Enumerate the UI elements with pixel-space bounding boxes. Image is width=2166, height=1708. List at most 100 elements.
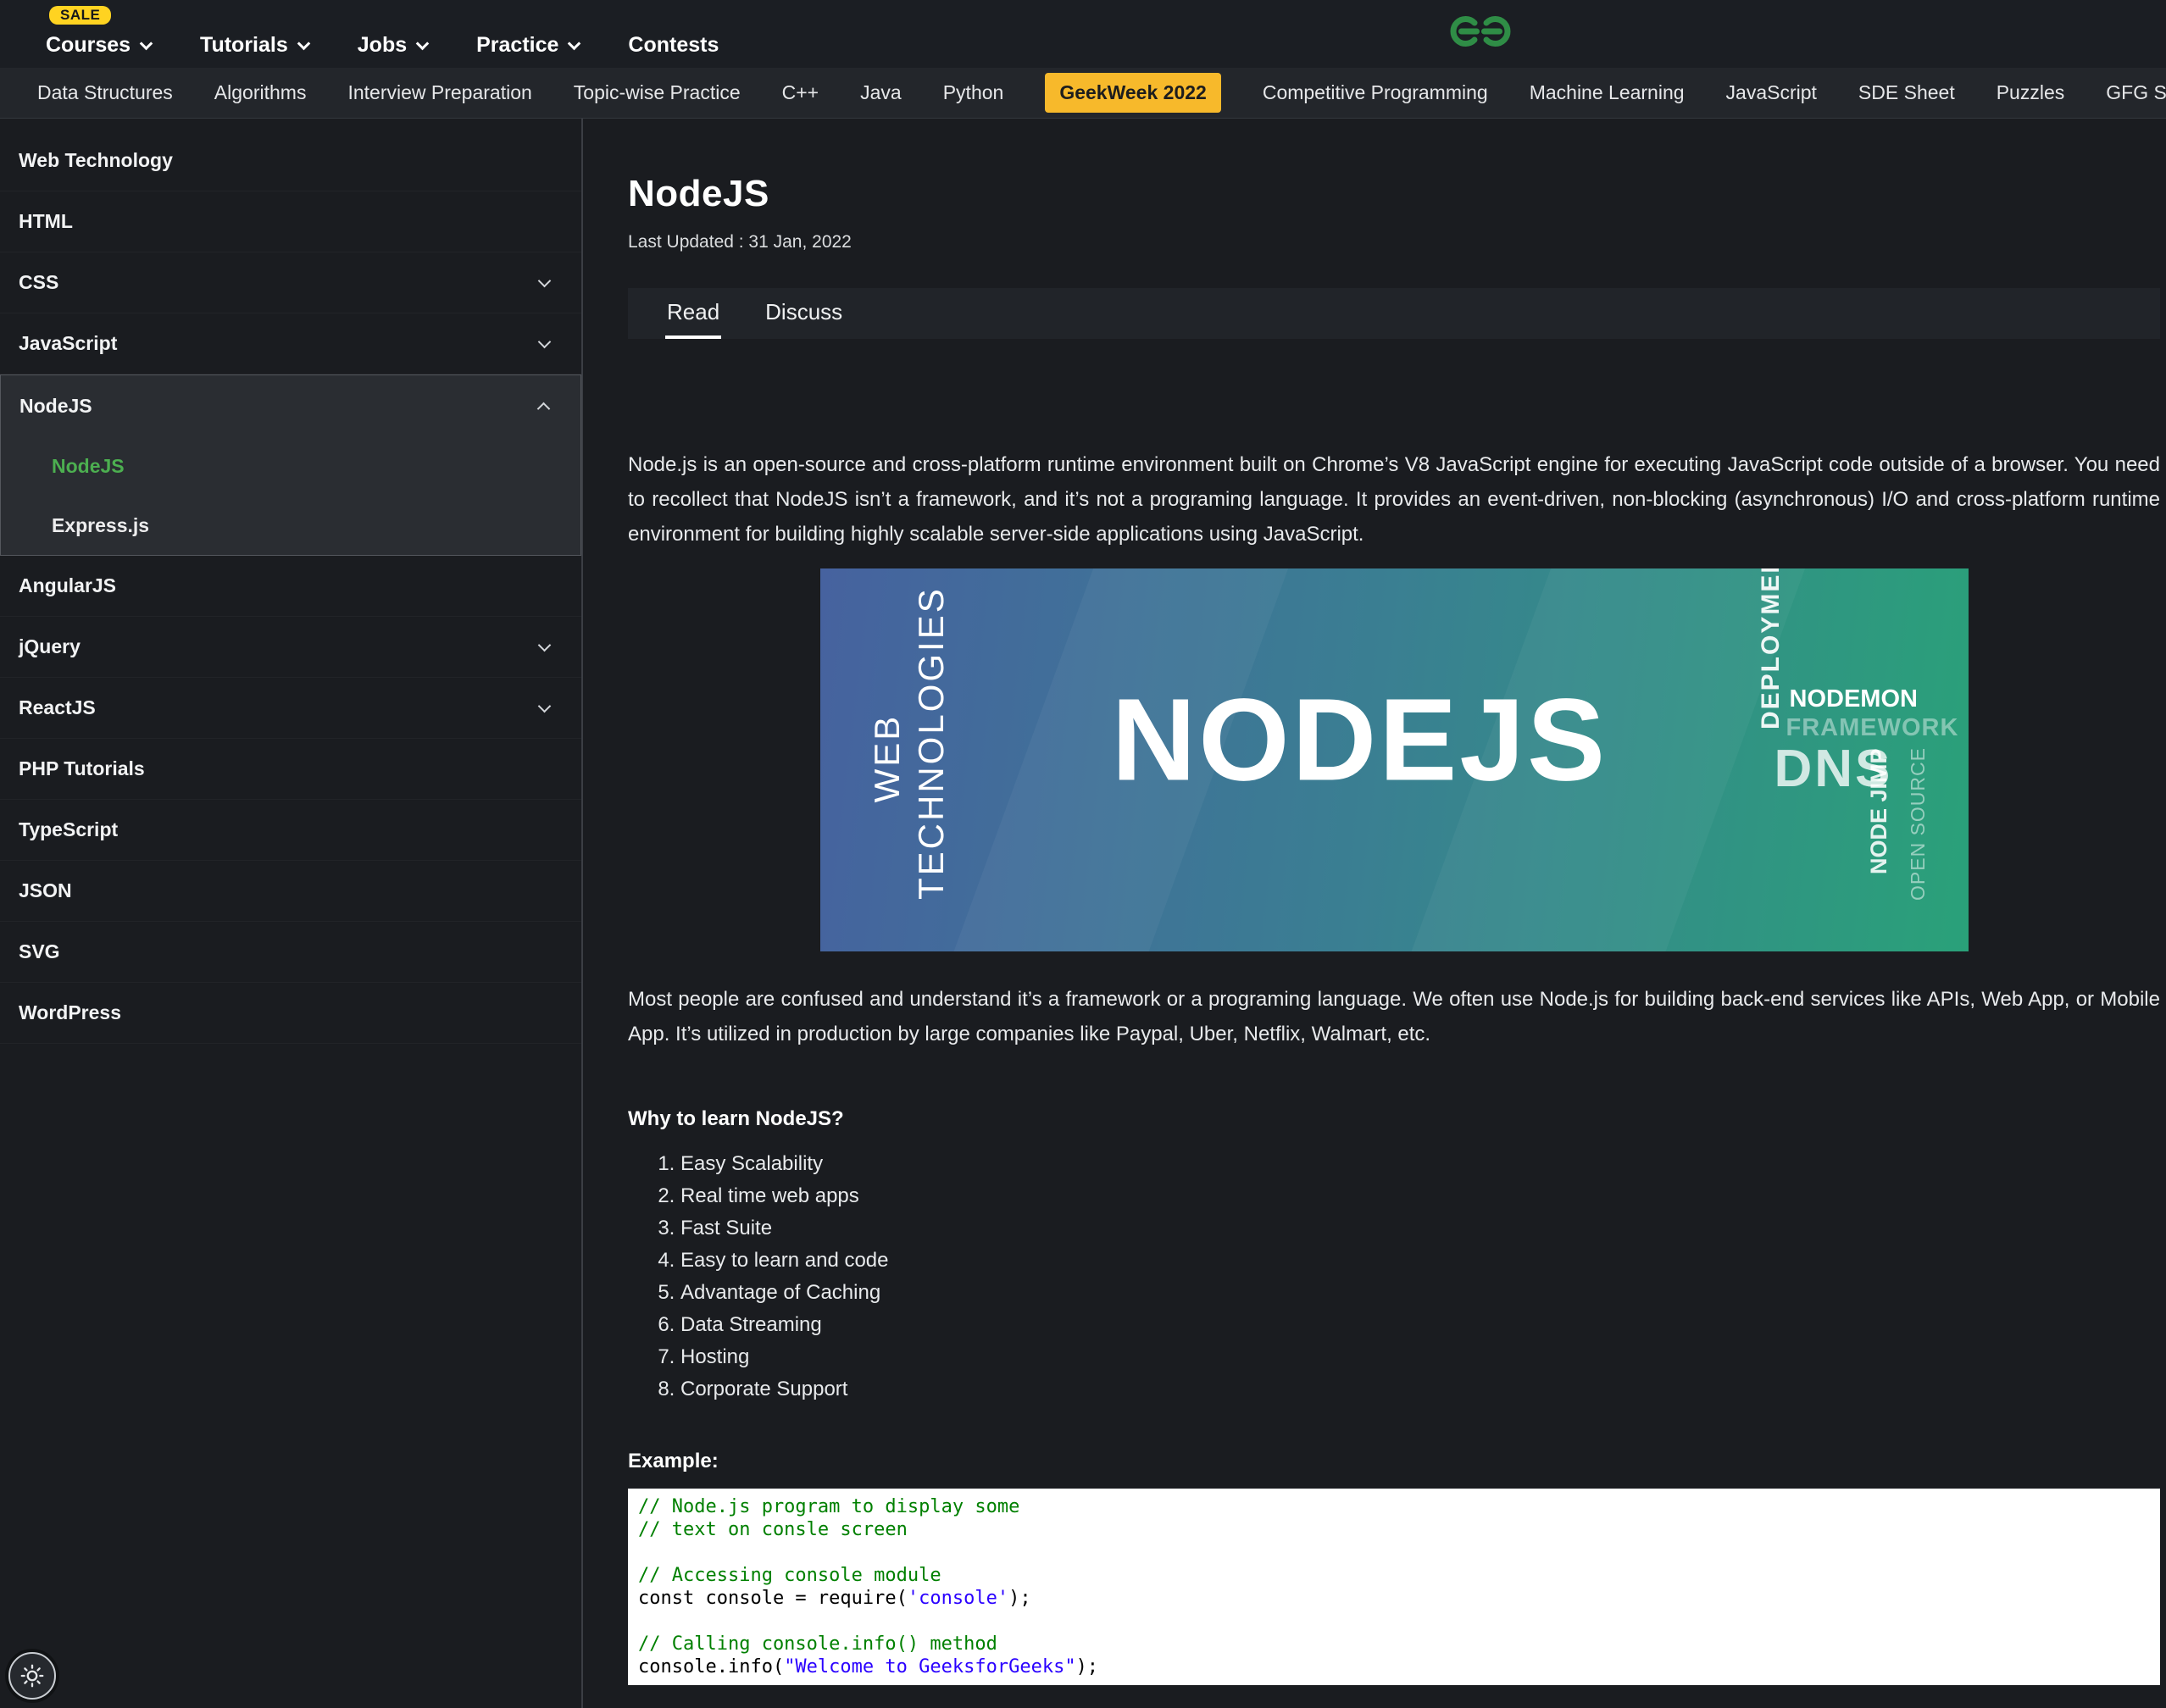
list-item: Easy Scalability: [680, 1148, 2160, 1180]
code-comment: // Calling console.info() method: [638, 1633, 997, 1655]
code-line: // Calling console.info() method: [638, 1633, 2150, 1655]
subnav-item-puzzles[interactable]: Puzzles: [1997, 81, 2065, 104]
sun-icon: [20, 1664, 44, 1688]
chevron-down-icon: [416, 36, 430, 50]
sidebar-item-svg[interactable]: SVG: [0, 922, 581, 983]
subnav-item-sde-sheet[interactable]: SDE Sheet: [1858, 81, 1955, 104]
sidebar-item-label: Web Technology: [19, 149, 173, 172]
sidebar-item-web-technology[interactable]: Web Technology: [0, 130, 581, 191]
code-string: "Welcome to GeeksforGeeks": [784, 1656, 1075, 1678]
example-label: Example:: [628, 1450, 2160, 1473]
chevron-down-icon: [568, 36, 581, 50]
theme-toggle-button[interactable]: [8, 1652, 56, 1700]
intro-paragraph: Node.js is an open-source and cross-plat…: [628, 447, 2160, 552]
code-line: // Node.js program to display some: [638, 1495, 2150, 1518]
subnav-item-algorithms[interactable]: Algorithms: [214, 81, 307, 104]
code-text: console.info(: [638, 1656, 784, 1678]
nav-item-contests[interactable]: Contests: [628, 33, 719, 58]
nav-item-jobs[interactable]: Jobs: [358, 33, 427, 58]
sidebar-item-label: JSON: [19, 879, 72, 902]
nav-item-practice-label: Practice: [476, 33, 558, 58]
chevron-down-icon: [140, 36, 153, 50]
tab-bar: Read Discuss: [628, 288, 2160, 339]
banner-word-node-jimp: NODE JIMP: [1866, 742, 1892, 874]
code-line: const console = require('console');: [638, 1587, 2150, 1610]
code-line-empty: [638, 1541, 2150, 1564]
code-comment: // text on consle screen: [638, 1519, 908, 1540]
sidebar-item-reactjs[interactable]: ReactJS: [0, 678, 581, 739]
nav-item-practice[interactable]: Practice: [476, 33, 579, 58]
subnav-item-cpp[interactable]: C++: [782, 81, 819, 104]
chevron-down-icon: [297, 36, 310, 50]
sale-badge[interactable]: SALE: [49, 6, 111, 25]
tab-read[interactable]: Read: [665, 288, 721, 339]
sidebar-item-css[interactable]: CSS: [0, 252, 581, 313]
subnav-item-machine-learning[interactable]: Machine Learning: [1530, 81, 1685, 104]
body-paragraph: Most people are confused and understand …: [628, 982, 2160, 1051]
sidebar-subitem-label: Express.js: [52, 514, 149, 537]
list-item: Real time web apps: [680, 1180, 2160, 1212]
banner-word-deployment: DEPLOYMENT: [1757, 584, 1786, 729]
list-item: Data Streaming: [680, 1309, 2160, 1341]
sidebar-item-label: HTML: [19, 210, 73, 233]
subnav-item-javascript[interactable]: JavaScript: [1726, 81, 1817, 104]
subnav-item-java[interactable]: Java: [860, 81, 902, 104]
sidebar-item-json[interactable]: JSON: [0, 861, 581, 922]
last-updated: Last Updated : 31 Jan, 2022: [628, 232, 2160, 252]
sidebar-item-label: AngularJS: [19, 574, 116, 597]
geeksforgeeks-logo-icon: [1442, 12, 1519, 51]
secondary-nav: Data Structures Algorithms Interview Pre…: [0, 68, 2166, 119]
chevron-down-icon: [538, 638, 552, 652]
sidebar-item-php-tutorials[interactable]: PHP Tutorials: [0, 739, 581, 800]
sidebar-item-nodejs[interactable]: NodeJS: [1, 375, 580, 436]
article: NodeJS Last Updated : 31 Jan, 2022 Read …: [583, 119, 2166, 1708]
banner-word-nodemon: NODEMON: [1790, 685, 1918, 713]
nodejs-banner-image: WEB TECHNOLOGIES NODEJS DEPLOYMENT NODEM…: [820, 568, 1969, 951]
code-line: // text on consle screen: [638, 1518, 2150, 1541]
sidebar-subitem-expressjs[interactable]: Express.js: [1, 496, 580, 555]
code-comment: // Node.js program to display some: [638, 1496, 1019, 1517]
sidebar-item-html[interactable]: HTML: [0, 191, 581, 252]
list-item: Advantage of Caching: [680, 1277, 2160, 1309]
sidebar-item-javascript[interactable]: JavaScript: [0, 313, 581, 374]
chevron-down-icon: [538, 274, 552, 287]
subnav-item-python[interactable]: Python: [943, 81, 1004, 104]
nav-item-tutorials[interactable]: Tutorials: [200, 33, 308, 58]
list-item: Easy to learn and code: [680, 1245, 2160, 1277]
chevron-down-icon: [538, 699, 552, 713]
chevron-down-icon: [538, 335, 552, 348]
sidebar-item-label: NodeJS: [19, 395, 92, 418]
sidebar-item-typescript[interactable]: TypeScript: [0, 800, 581, 861]
nav-item-courses[interactable]: Courses: [46, 33, 151, 58]
subnav-item-data-structures[interactable]: Data Structures: [37, 81, 173, 104]
subnav-item-geekweek-2022[interactable]: GeekWeek 2022: [1045, 73, 1221, 113]
page-body: Web Technology HTML CSS JavaScript NodeJ…: [0, 119, 2166, 1708]
sidebar-item-wordpress[interactable]: WordPress: [0, 983, 581, 1044]
subnav-item-competitive-programming[interactable]: Competitive Programming: [1263, 81, 1488, 104]
sidebar-item-jquery[interactable]: jQuery: [0, 617, 581, 678]
why-list: Easy Scalability Real time web apps Fast…: [628, 1148, 2160, 1406]
code-text: );: [1008, 1588, 1031, 1609]
sidebar-item-label: jQuery: [19, 635, 81, 658]
sidebar-item-angularjs[interactable]: AngularJS: [0, 556, 581, 617]
list-item: Corporate Support: [680, 1373, 2160, 1406]
geeksforgeeks-logo[interactable]: [1442, 12, 1519, 55]
list-item: Fast Suite: [680, 1212, 2160, 1245]
banner-technologies-label: TECHNOLOGIES: [909, 617, 953, 900]
banner-nodejs-title: NODEJS: [1112, 674, 1608, 808]
why-heading: Why to learn NodeJS?: [628, 1107, 2160, 1131]
nav-item-contests-label: Contests: [628, 33, 719, 58]
main-nav: Courses Tutorials Jobs Practice Contests: [0, 33, 768, 58]
nav-item-jobs-label: Jobs: [358, 33, 407, 58]
sidebar-subitem-nodejs[interactable]: NodeJS: [1, 436, 580, 496]
banner-web-technologies-label: WEB TECHNOLOGIES: [865, 617, 953, 900]
subnav-item-topic-wise-practice[interactable]: Topic-wise Practice: [574, 81, 741, 104]
code-string: 'console': [908, 1588, 1008, 1609]
sidebar: Web Technology HTML CSS JavaScript NodeJ…: [0, 119, 583, 1708]
sidebar-item-label: TypeScript: [19, 818, 118, 841]
tab-discuss[interactable]: Discuss: [764, 288, 844, 339]
top-header: SALE Courses Tutorials Jobs Practice Con…: [0, 0, 2166, 68]
list-item: Hosting: [680, 1341, 2160, 1373]
subnav-item-gfg-school[interactable]: GFG School: [2106, 81, 2166, 104]
subnav-item-interview-preparation[interactable]: Interview Preparation: [347, 81, 531, 104]
